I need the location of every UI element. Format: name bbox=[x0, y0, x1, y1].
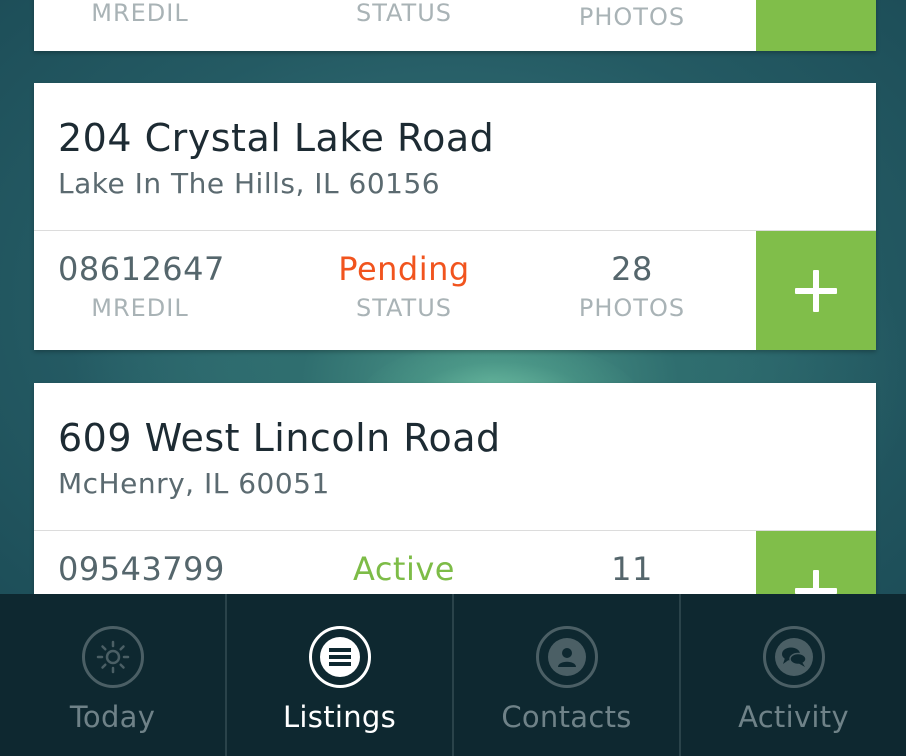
tab-label: Today bbox=[69, 700, 156, 734]
listing-street: 204 Crystal Lake Road bbox=[58, 116, 495, 160]
status-stat: STATUS bbox=[324, 0, 484, 28]
mls-stat: MREDIL bbox=[58, 0, 222, 28]
photos-count: 28 bbox=[611, 250, 653, 288]
photos-stat: 11 bbox=[560, 547, 704, 591]
mls-label: MREDIL bbox=[91, 294, 189, 322]
listing-card-partial[interactable]: MREDIL STATUS PHOTOS bbox=[34, 0, 876, 51]
add-button[interactable] bbox=[756, 231, 876, 350]
mls-number: 09543799 bbox=[58, 550, 225, 588]
mls-number: 08612647 bbox=[58, 250, 225, 288]
status-stat: Pending STATUS bbox=[324, 247, 484, 323]
mls-stat: 09543799 bbox=[58, 547, 225, 591]
listing-card-stats: MREDIL STATUS PHOTOS bbox=[34, 0, 876, 51]
person-icon bbox=[535, 626, 598, 688]
sun-icon bbox=[81, 626, 144, 688]
listing-city: McHenry, IL 60051 bbox=[58, 467, 330, 500]
photos-stat: 28 PHOTOS bbox=[560, 247, 704, 323]
chat-bubbles-icon bbox=[762, 626, 825, 688]
photos-count: 11 bbox=[611, 550, 653, 588]
tab-label: Contacts bbox=[501, 700, 632, 734]
status-value: Active bbox=[353, 550, 455, 588]
tab-label: Activity bbox=[738, 700, 849, 734]
photos-stat: PHOTOS bbox=[560, 0, 704, 32]
photos-label: PHOTOS bbox=[578, 294, 686, 322]
tab-activity[interactable]: Activity bbox=[681, 594, 906, 756]
status-value: Pending bbox=[338, 250, 470, 288]
tab-contacts[interactable]: Contacts bbox=[454, 594, 681, 756]
listing-card-header[interactable]: 609 West Lincoln Road McHenry, IL 60051 bbox=[34, 383, 876, 531]
status-label: STATUS bbox=[355, 294, 453, 322]
listing-card[interactable]: 204 Crystal Lake Road Lake In The Hills,… bbox=[34, 83, 876, 350]
photos-label: PHOTOS bbox=[578, 3, 686, 31]
listing-card-header[interactable]: 204 Crystal Lake Road Lake In The Hills,… bbox=[34, 83, 876, 231]
add-button[interactable] bbox=[756, 0, 876, 51]
status-stat: Active bbox=[324, 547, 484, 591]
mls-label: MREDIL bbox=[91, 0, 189, 27]
tab-listings[interactable]: Listings bbox=[227, 594, 454, 756]
listing-street: 609 West Lincoln Road bbox=[58, 416, 501, 460]
list-icon bbox=[308, 626, 371, 688]
bottom-tab-bar: Today Listings Contacts Activity bbox=[0, 594, 906, 756]
tab-label: Listings bbox=[282, 700, 397, 734]
listing-card-stats: 08612647 MREDIL Pending STATUS 28 PHOTOS bbox=[34, 231, 876, 350]
plus-icon bbox=[795, 269, 837, 312]
listing-city: Lake In The Hills, IL 60156 bbox=[58, 167, 441, 200]
mls-stat: 08612647 MREDIL bbox=[58, 247, 225, 323]
status-label: STATUS bbox=[355, 0, 453, 27]
tab-today[interactable]: Today bbox=[0, 594, 227, 756]
